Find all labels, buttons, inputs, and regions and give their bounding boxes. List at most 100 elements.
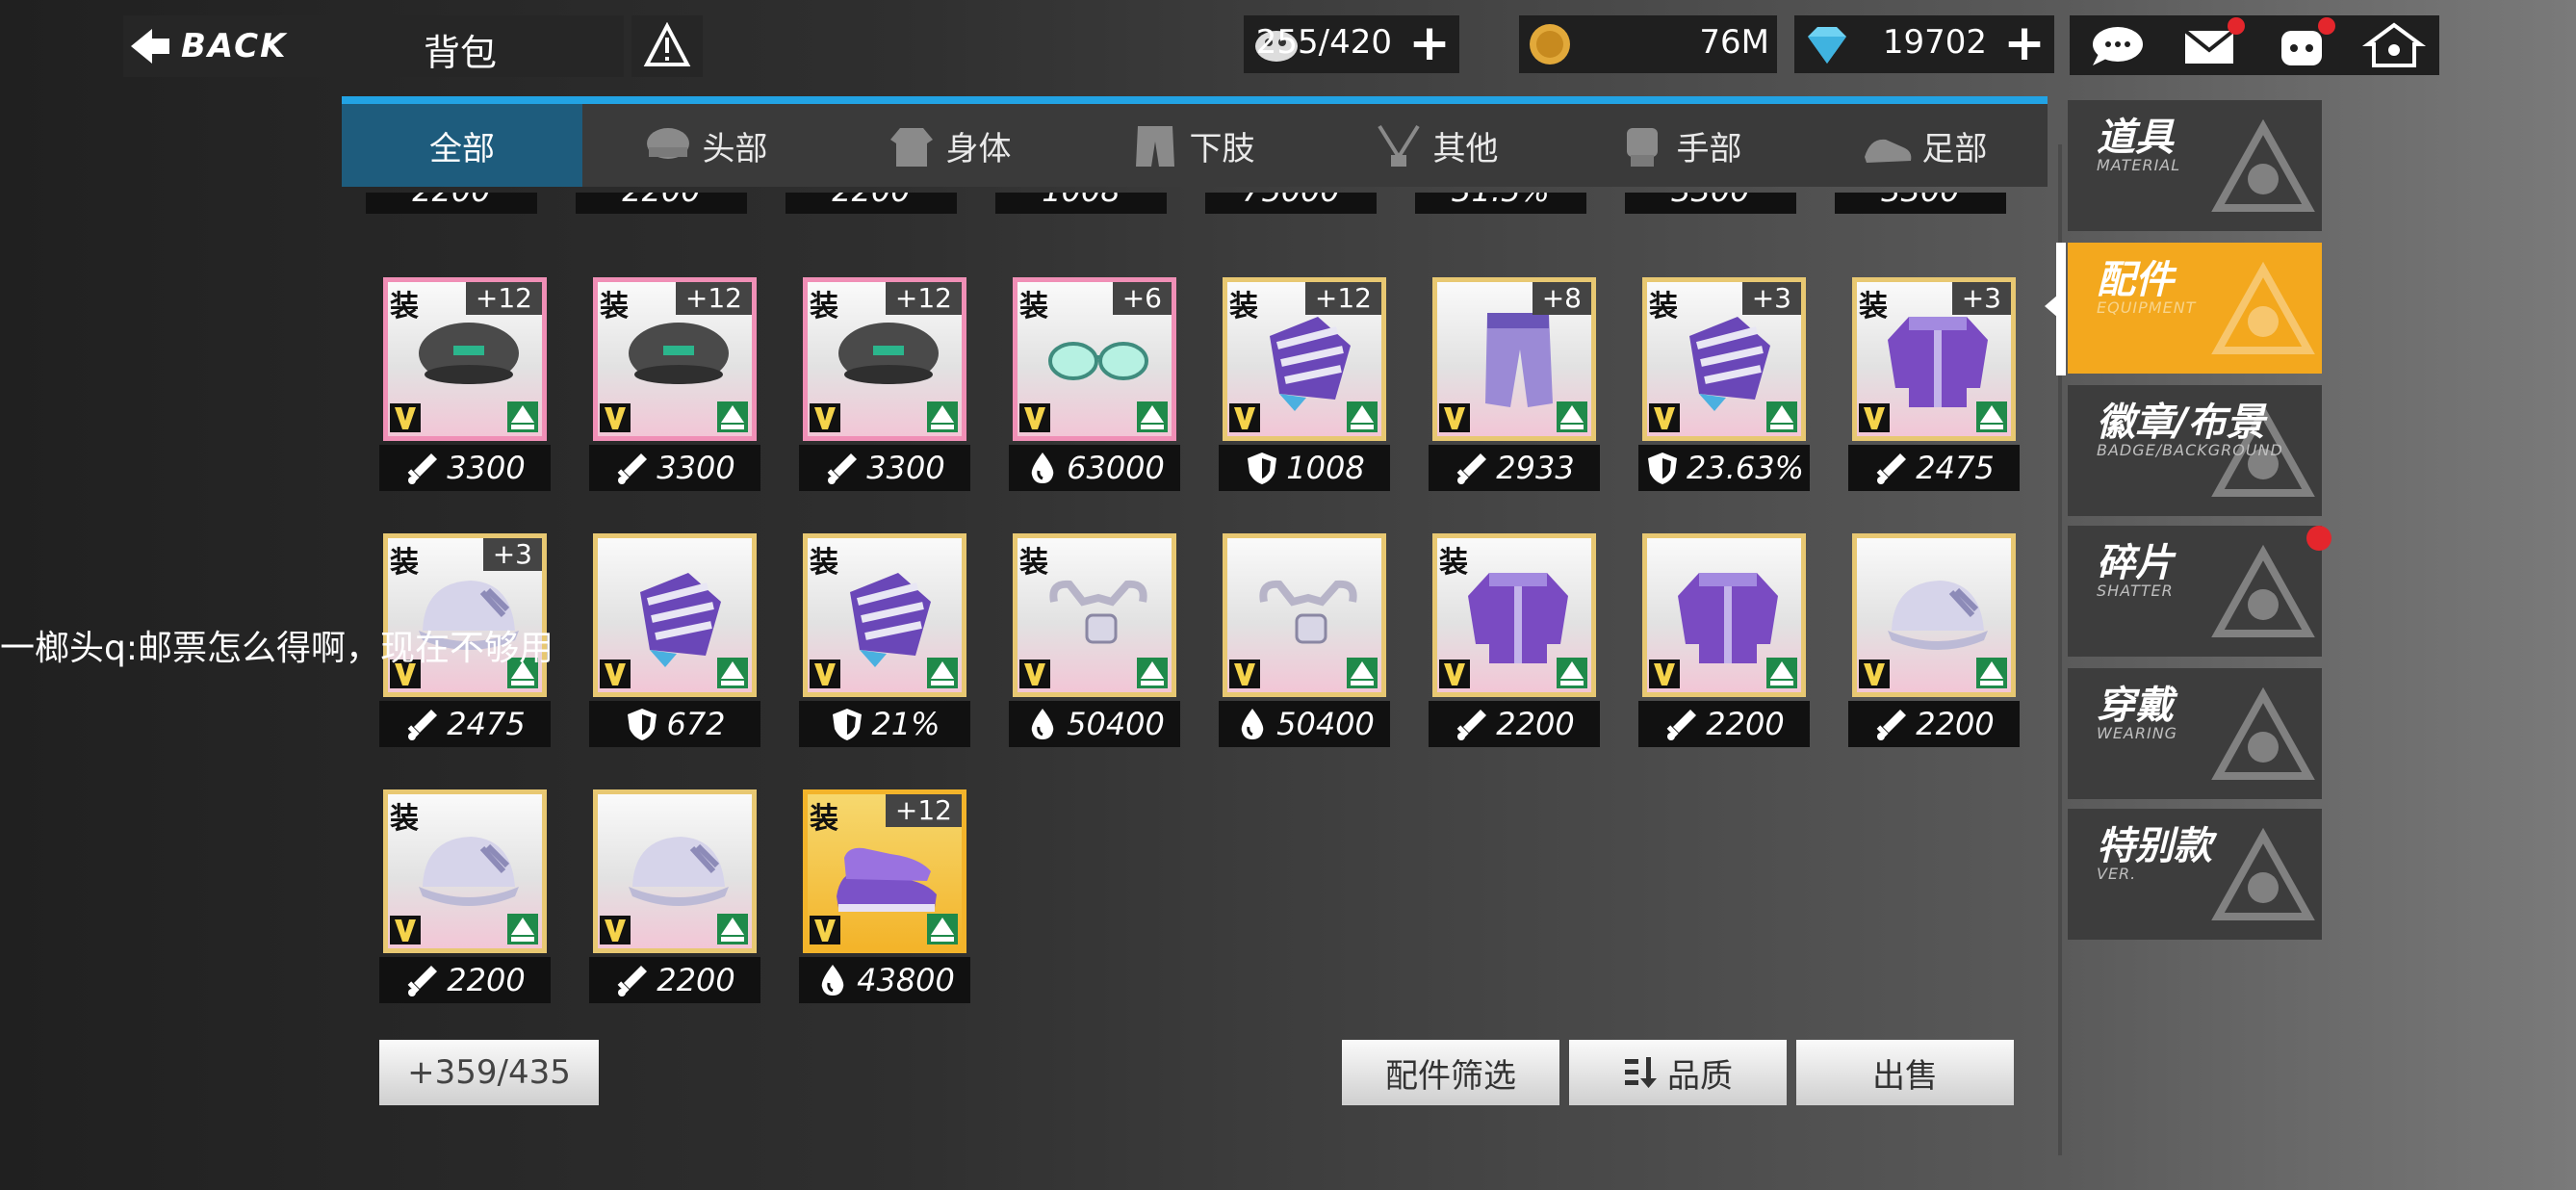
- chat-overlay-message: 一榔头q:邮票怎么得啊，现在不够用: [0, 629, 554, 668]
- tab-label: 下肢: [1189, 129, 1255, 168]
- inventory-item[interactable]: 装 +6 63000: [1009, 277, 1180, 514]
- category-ver-[interactable]: 特别款 VER.: [2068, 809, 2322, 940]
- item-card: 装: [1432, 533, 1596, 697]
- stat-value: 1008: [1286, 450, 1365, 486]
- sell-label: 出售: [1872, 1056, 1938, 1096]
- inventory-item[interactable]: 装 21%: [799, 533, 970, 770]
- item-stat: 2200: [589, 957, 760, 1003]
- info-button[interactable]: [631, 15, 703, 77]
- item-stat: 1008: [1219, 445, 1390, 491]
- back-button[interactable]: BACK 背包: [123, 15, 624, 77]
- cap-item-icon: [419, 323, 519, 384]
- item-card: 装 +3: [1852, 277, 2016, 441]
- sword-icon: [1456, 710, 1487, 740]
- equipped-badge: 装: [390, 290, 419, 323]
- partial-item-stat[interactable]: 3300: [1625, 193, 1796, 214]
- inventory-item[interactable]: 672: [589, 533, 760, 770]
- category-emblem-icon: [2211, 262, 2315, 354]
- glove-item-icon: [1270, 317, 1351, 411]
- active-category-arrow: [2045, 295, 2058, 318]
- sell-button[interactable]: 出售: [1796, 1040, 2014, 1105]
- inventory-item[interactable]: 装 +12 43800: [799, 789, 970, 1021]
- category-shatter[interactable]: 碎片 SHATTER: [2068, 526, 2322, 657]
- tab-head[interactable]: 头部: [582, 104, 826, 187]
- add-diamond-button[interactable]: +: [2002, 18, 2047, 68]
- expand-capacity-button[interactable]: +359/435: [379, 1040, 599, 1105]
- stat-value: 3300: [1881, 193, 1959, 209]
- add-stamina-button[interactable]: +: [1407, 18, 1452, 68]
- equipped-badge: 装: [810, 546, 838, 580]
- rarity-v-icon: [1859, 403, 1890, 432]
- inventory-item[interactable]: +8 2933: [1429, 277, 1600, 514]
- category-notification-dot: [2306, 526, 2331, 551]
- diamond-counter: 19702 +: [1794, 15, 2054, 73]
- inventory-item[interactable]: 装 50400: [1009, 533, 1180, 770]
- tab-all[interactable]: 全部: [342, 104, 582, 187]
- inventory-item[interactable]: 装 2200: [379, 789, 551, 1021]
- item-stat: 3300: [799, 445, 970, 491]
- tab-label: 其他: [1432, 129, 1499, 168]
- tab-legs[interactable]: 下肢: [1069, 104, 1313, 187]
- glove-item-icon: [850, 573, 931, 667]
- sword-icon: [1456, 453, 1487, 484]
- enhance-level: +3: [482, 538, 542, 571]
- legs-icon: [1135, 126, 1174, 167]
- item-stat: 50400: [1009, 701, 1180, 747]
- tab-foot[interactable]: 足部: [1800, 104, 2048, 187]
- inventory-item[interactable]: 装 +12 3300: [589, 277, 760, 514]
- stat-value: 2475: [447, 706, 526, 742]
- inventory-item[interactable]: 2200: [1638, 533, 1810, 770]
- inventory-item[interactable]: 装 +3 2475: [1848, 277, 2020, 514]
- equipped-badge: 装: [1229, 290, 1258, 323]
- partial-item-stat[interactable]: 2200: [576, 193, 747, 214]
- partial-item-stat[interactable]: 75000: [1205, 193, 1377, 214]
- tab-hand[interactable]: 手部: [1557, 104, 1800, 187]
- category-title: 碎片: [2097, 541, 2174, 585]
- home-icon[interactable]: [2360, 21, 2428, 69]
- tab-label: 手部: [1676, 129, 1742, 168]
- partial-item-stat[interactable]: 2200: [786, 193, 957, 214]
- item-card: 装: [383, 789, 547, 953]
- category-equipment[interactable]: 配件 EQUIPMENT: [2068, 243, 2322, 374]
- tab-misc[interactable]: 其他: [1313, 104, 1557, 187]
- chat-icon[interactable]: [2083, 21, 2151, 69]
- shoes-item-icon: [837, 847, 937, 912]
- whitecap-item-icon: [419, 837, 519, 906]
- inventory-item[interactable]: 装 +3 23.63%: [1638, 277, 1810, 514]
- body-icon: [889, 128, 933, 167]
- stat-value: 3300: [657, 450, 735, 486]
- category-title: 配件: [2097, 258, 2174, 302]
- partial-item-stat[interactable]: 1008: [995, 193, 1167, 214]
- item-card: 装: [803, 533, 966, 697]
- inventory-item[interactable]: 装 +12 1008: [1219, 277, 1390, 514]
- category-badge-background[interactable]: 徽章/布景 BADGE/BACKGROUND: [2068, 385, 2322, 516]
- partial-item-stat[interactable]: 3300: [1835, 193, 2006, 214]
- cap-item-icon: [629, 323, 729, 384]
- category-wearing[interactable]: 穿戴 WEARING: [2068, 668, 2322, 799]
- item-stat: 672: [589, 701, 760, 747]
- item-card: [1642, 533, 1806, 697]
- item-stat: 2475: [1848, 445, 2020, 491]
- category-material[interactable]: 道具 MATERIAL: [2068, 100, 2322, 231]
- inventory-item[interactable]: 装 2200: [1429, 533, 1600, 770]
- inventory-item[interactable]: 装 +12 3300: [799, 277, 970, 514]
- partial-item-stat[interactable]: 31.5%: [1415, 193, 1586, 214]
- inventory-item[interactable]: 2200: [589, 789, 760, 1021]
- stat-value: 50400: [1067, 706, 1165, 742]
- sword-icon: [407, 453, 438, 484]
- mask-item-icon: [1049, 580, 1147, 644]
- rarity-v-icon: [1019, 403, 1050, 432]
- stat-value: 672: [666, 706, 726, 742]
- sword-icon: [407, 966, 438, 996]
- inventory-item[interactable]: 装 +12 3300: [379, 277, 551, 514]
- rarity-v-icon: [810, 660, 840, 688]
- inventory-item[interactable]: 50400: [1219, 533, 1390, 770]
- sort-quality-button[interactable]: 品质: [1569, 1040, 1787, 1105]
- tab-body[interactable]: 身体: [826, 104, 1069, 187]
- tab-label: 全部: [429, 129, 495, 168]
- nte-brand-icon: [1137, 658, 1168, 688]
- filter-button[interactable]: 配件筛选: [1342, 1040, 1559, 1105]
- partial-item-stat[interactable]: 2200: [366, 193, 537, 214]
- inventory-item[interactable]: 2200: [1848, 533, 2020, 770]
- stamina-counter: 255/420 +: [1244, 15, 1459, 73]
